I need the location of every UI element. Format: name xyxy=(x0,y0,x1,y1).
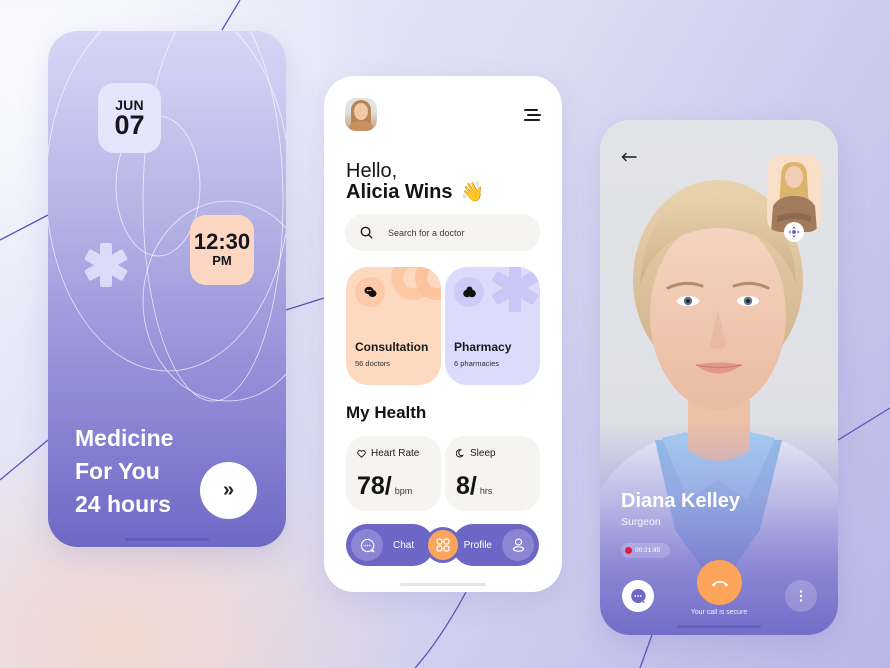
user-name-text: Alicia Wins xyxy=(346,181,453,203)
nav-profile[interactable]: Profile xyxy=(452,524,539,566)
service-subtitle: 56 doctors xyxy=(355,359,391,368)
wave-emoji: 👋 xyxy=(460,182,485,203)
greeting: Hello, xyxy=(346,160,398,182)
home-indicator xyxy=(400,583,486,586)
metric-value: 78/ xyxy=(357,472,392,500)
moon-icon xyxy=(456,449,465,458)
decorative-asterisk xyxy=(491,267,539,312)
nav-chat[interactable]: Chat xyxy=(346,524,434,566)
medical-asterisk-icon xyxy=(84,243,128,287)
user-avatar[interactable] xyxy=(345,98,377,131)
bottom-nav: Chat Profile xyxy=(346,524,539,566)
metric-unit: bpm xyxy=(394,486,413,496)
search-icon xyxy=(360,226,373,239)
search-bar[interactable] xyxy=(345,214,540,251)
search-input[interactable] xyxy=(388,227,518,238)
more-vertical-icon xyxy=(799,590,803,602)
switch-camera-button[interactable] xyxy=(784,222,804,242)
tagline: Medicine For You 24 hours xyxy=(75,422,173,521)
grid-icon xyxy=(436,538,450,552)
chat-bubbles-icon xyxy=(355,277,385,307)
back-arrow-icon[interactable] xyxy=(621,152,637,162)
consultation-card[interactable]: Consultation 56 doctors xyxy=(346,267,441,385)
end-call-button[interactable] xyxy=(697,560,742,605)
metric-label: Heart Rate xyxy=(371,448,420,459)
message-button[interactable] xyxy=(622,580,654,612)
next-button[interactable]: » xyxy=(200,462,257,519)
secure-call-text: Your call is secure xyxy=(690,609,748,616)
menu-icon[interactable] xyxy=(524,108,541,122)
metric-unit: hrs xyxy=(479,486,493,496)
pharmacy-card[interactable]: Pharmacy 6 pharmacies xyxy=(445,267,540,385)
sleep-card[interactable]: Sleep 8/hrs xyxy=(445,436,540,511)
switch-camera-icon xyxy=(788,226,800,238)
message-icon xyxy=(631,588,646,603)
call-timer: 00:21:45 xyxy=(621,543,670,558)
tagline-line: Medicine xyxy=(75,425,174,451)
doctor-role: Surgeon xyxy=(621,516,661,528)
patient-image xyxy=(767,156,821,232)
service-title: Consultation xyxy=(355,340,429,354)
nav-chat-label: Chat xyxy=(393,539,415,551)
user-name: Alicia Wins 👋 xyxy=(346,180,484,205)
user-icon xyxy=(502,529,534,561)
home-indicator xyxy=(677,625,761,628)
date-card: JUN 07 xyxy=(98,83,161,153)
time-value: 12:30 xyxy=(193,229,251,254)
recording-dot-icon xyxy=(625,547,632,554)
video-call-screen: Diana Kelley Surgeon 00:21:45 Your call … xyxy=(600,120,838,635)
metric-value: 8/ xyxy=(456,472,477,500)
home-screen: Hello, Alicia Wins 👋 Consultation 56 doct… xyxy=(324,76,562,592)
home-indicator xyxy=(125,538,209,541)
end-call-icon xyxy=(711,580,728,586)
date-day: 07 xyxy=(114,110,145,140)
service-title: Pharmacy xyxy=(454,340,512,354)
section-title: My Health xyxy=(346,403,427,422)
onboarding-screen: JUN 07 12:30 PM Medicine For You 24 hour… xyxy=(48,31,286,547)
nav-profile-label: Profile xyxy=(463,539,492,551)
nav-home[interactable] xyxy=(425,527,461,563)
self-video-preview[interactable] xyxy=(767,156,821,232)
heart-rate-card[interactable]: Heart Rate 78/bpm xyxy=(346,436,441,511)
service-subtitle: 6 pharmacies xyxy=(454,359,500,368)
chat-icon xyxy=(351,529,383,561)
doctor-name: Diana Kelley xyxy=(621,490,740,512)
call-duration: 00:21:45 xyxy=(635,547,661,554)
decorative-rings xyxy=(391,267,441,300)
time-period: PM xyxy=(212,253,232,268)
tagline-line: 24 hours xyxy=(75,491,171,517)
metric-label: Sleep xyxy=(470,448,496,459)
pills-icon xyxy=(454,277,484,307)
double-chevron-right-icon: » xyxy=(222,479,235,501)
tagline-line: For You xyxy=(75,458,160,484)
heart-icon xyxy=(357,449,366,458)
time-card: 12:30 PM xyxy=(190,215,254,285)
more-options-button[interactable] xyxy=(785,580,817,612)
